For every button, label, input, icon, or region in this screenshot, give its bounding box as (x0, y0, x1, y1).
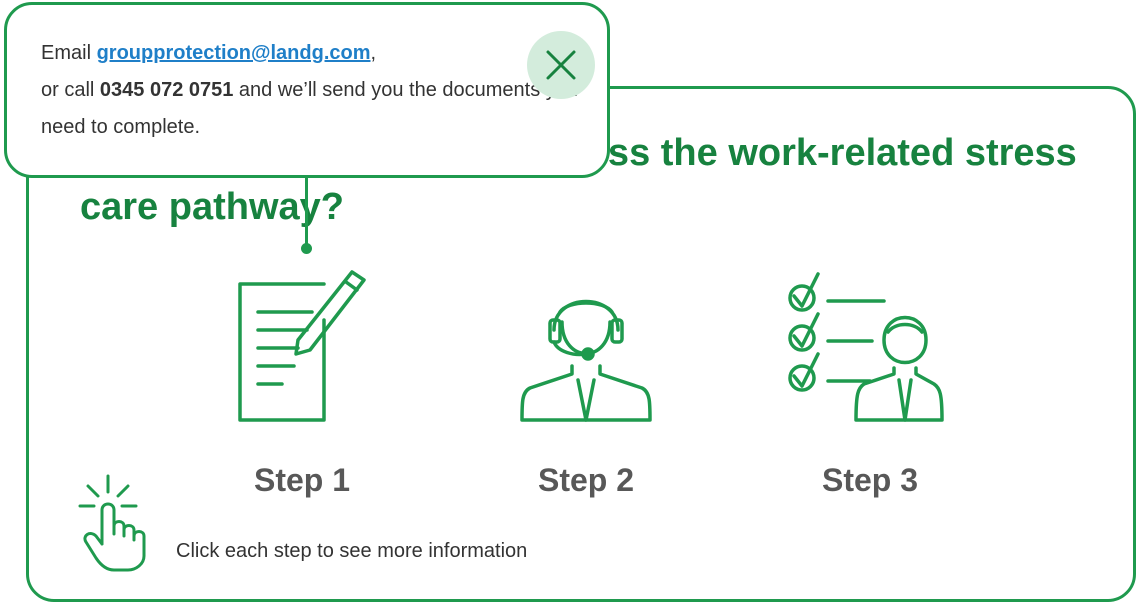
step-1-label: Step 1 (253, 462, 351, 498)
document-pencil-icon (238, 270, 366, 422)
step-2-button[interactable]: Step 2 (496, 262, 676, 512)
tooltip-comma: , (370, 42, 377, 64)
phone-number: 0345 072 0751 (99, 79, 234, 101)
checklist-person-icon (788, 272, 944, 422)
tooltip-connector (305, 176, 308, 248)
close-icon (546, 50, 576, 80)
info-tooltip: Email groupprotection@landg.com, or call … (4, 2, 610, 178)
tooltip-message: Email groupprotection@landg.com, or call … (41, 35, 581, 146)
step-3-label: Step 3 (821, 462, 919, 498)
tooltip-call-prefix: or call (41, 79, 100, 101)
hint-text: Click each step to see more information (176, 540, 528, 562)
step-2-label: Step 2 (537, 462, 635, 498)
tooltip-prefix: Email (41, 42, 97, 64)
email-link[interactable]: groupprotection@landg.com (97, 42, 371, 64)
step-3-button[interactable]: Step 3 (780, 262, 960, 512)
tap-hand-icon (78, 474, 146, 572)
step-1-button[interactable]: Step 1 (212, 262, 392, 512)
headset-agent-icon (520, 299, 652, 422)
close-tooltip-button[interactable] (527, 31, 595, 99)
tooltip-connector-dot (301, 243, 312, 254)
